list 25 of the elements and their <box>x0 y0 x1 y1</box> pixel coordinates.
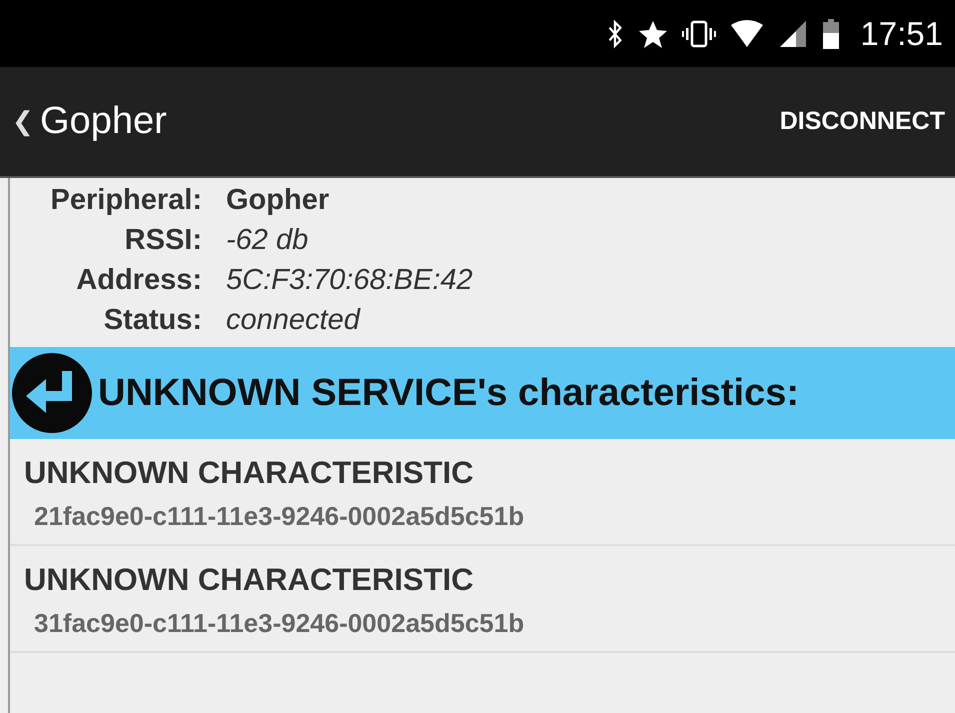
service-title: UNKNOWN SERVICE's characteristics: <box>98 372 799 414</box>
characteristic-item[interactable]: UNKNOWN CHARACTERISTIC 31fac9e0-c111-11e3-9246-0002a5d5c51b <box>10 546 955 653</box>
field-value: 5C:F3:70:68:BE:42 <box>226 264 473 297</box>
characteristic-name: UNKNOWN CHARACTERISTIC <box>24 562 474 598</box>
battery-icon <box>822 18 840 48</box>
characteristic-uuid: 31fac9e0-c111-11e3-9246-0002a5d5c51b <box>34 608 524 639</box>
wifi-icon <box>730 18 764 48</box>
field-value: -62 db <box>226 224 308 257</box>
back-icon[interactable]: ❮ <box>12 106 34 137</box>
clock-time: 17:51 <box>860 14 943 52</box>
screen-title: Gopher <box>40 100 167 143</box>
field-value: connected <box>226 304 360 337</box>
field-label: Peripheral: <box>50 184 202 217</box>
vibrate-icon <box>682 18 716 48</box>
characteristic-uuid: 21fac9e0-c111-11e3-9246-0002a5d5c51b <box>34 501 524 532</box>
characteristic-name: UNKNOWN CHARACTERISTIC <box>24 455 474 491</box>
star-icon <box>638 18 668 48</box>
field-label: RSSI: <box>124 224 202 257</box>
disconnect-button[interactable]: DISCONNECT <box>780 99 945 144</box>
characteristic-item[interactable]: UNKNOWN CHARACTERISTIC 21fac9e0-c111-11e3-9246-0002a5d5c51b <box>10 439 955 546</box>
field-value: Gopher <box>226 184 330 217</box>
field-label: Address: <box>76 264 202 297</box>
bluetooth-icon <box>606 18 624 48</box>
field-label: Status: <box>104 304 202 337</box>
signal-icon <box>778 18 808 48</box>
